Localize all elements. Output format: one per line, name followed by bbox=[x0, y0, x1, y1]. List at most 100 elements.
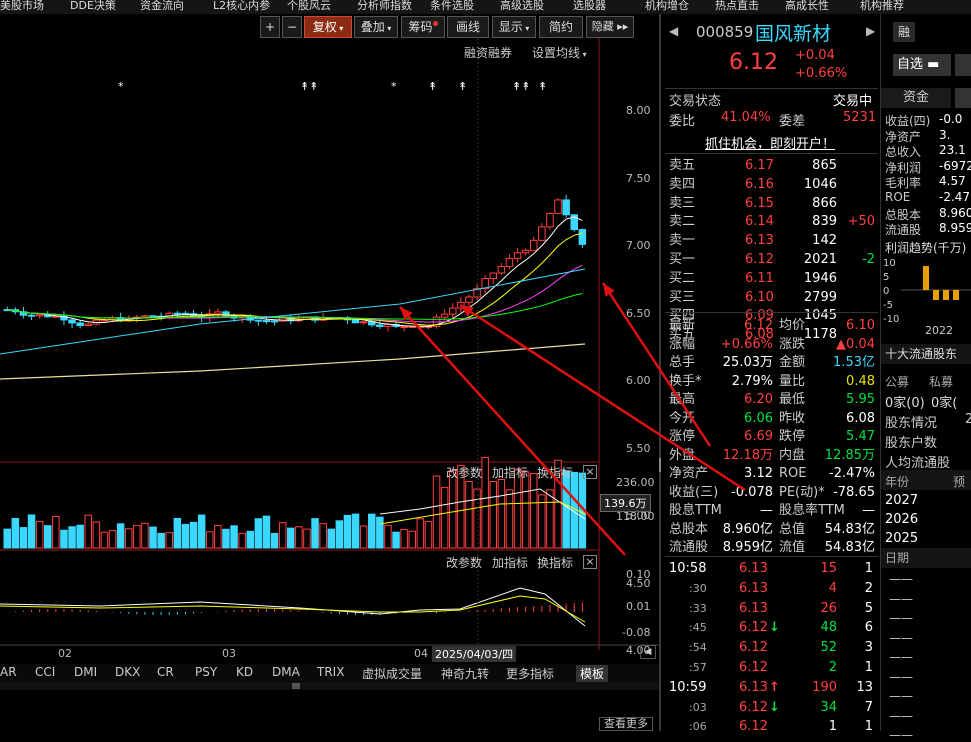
volume-bar bbox=[505, 489, 514, 549]
top-menu-item[interactable]: 选股器 bbox=[573, 0, 606, 12]
vol-switch-indicator[interactable]: 换指标 bbox=[537, 464, 573, 481]
indicator-tab[interactable]: CR bbox=[157, 665, 174, 679]
volume-bar bbox=[68, 526, 76, 549]
indicator-tab[interactable]: KD bbox=[236, 665, 253, 679]
volume-bar bbox=[116, 523, 125, 549]
candle-body bbox=[408, 325, 416, 328]
overlay-button[interactable]: 叠加 ▾ bbox=[354, 16, 398, 38]
vol-add-indicator[interactable]: 加指标 bbox=[492, 464, 528, 481]
date-dash: —— bbox=[889, 611, 913, 625]
holder-link[interactable]: 股东户数 bbox=[885, 432, 937, 451]
indicator-tab[interactable]: CCI bbox=[35, 665, 55, 679]
event-marker[interactable]: ↟↟ bbox=[512, 80, 530, 93]
top-menu-item[interactable]: 高成长性 bbox=[785, 0, 829, 12]
top-menu-item[interactable]: 机构推荐 bbox=[860, 0, 904, 12]
event-marker[interactable]: ↟ bbox=[428, 80, 437, 93]
macd-change-param[interactable]: 改参数 bbox=[446, 554, 482, 571]
indicator-tab[interactable]: 神奇九转 bbox=[441, 665, 489, 682]
simple-mode-button[interactable]: 简约 bbox=[539, 16, 583, 38]
volume-bar bbox=[449, 469, 457, 549]
margin-tag-button[interactable]: 融 bbox=[893, 22, 915, 42]
dropdown-arrow-icon: ▾ bbox=[384, 24, 392, 33]
event-marker[interactable]: * bbox=[391, 80, 397, 93]
more-button[interactable] bbox=[955, 54, 971, 76]
open-account-link[interactable]: 抓住机会，即刻开户！ bbox=[705, 133, 835, 152]
event-marker[interactable]: ↟ bbox=[538, 80, 547, 93]
tab-more-button[interactable] bbox=[955, 88, 971, 108]
indicator-tab[interactable]: DMA bbox=[272, 665, 300, 679]
macd-switch-indicator[interactable]: 换指标 bbox=[537, 554, 573, 571]
self-select-button[interactable]: 自选 ▬ bbox=[893, 54, 951, 76]
top-menu-item[interactable]: L2核心内参 bbox=[213, 0, 270, 12]
top-menu-item[interactable]: 资金流向 bbox=[140, 0, 184, 12]
volume-bar bbox=[133, 525, 141, 549]
vol-axis-top: 236.00 bbox=[616, 476, 655, 489]
volume-bar bbox=[278, 522, 287, 549]
fin-value: -6972 bbox=[939, 158, 971, 173]
ma-setting-link[interactable]: 设置均线 ▾ bbox=[532, 44, 587, 61]
indicator-tab[interactable]: DKX bbox=[115, 665, 140, 679]
event-marker[interactable]: ↟↟ bbox=[300, 80, 318, 93]
hide-panel-button[interactable]: 隐藏 ▸▸ bbox=[586, 16, 634, 38]
indicator-tab[interactable]: 虚拟成交量 bbox=[362, 665, 422, 682]
holder-link[interactable]: 人均流通股 bbox=[885, 452, 950, 471]
top-menu-item[interactable]: 高级选股 bbox=[500, 0, 544, 12]
volume-bar bbox=[416, 518, 425, 549]
zoom-out-button[interactable]: − bbox=[282, 16, 302, 38]
indicator-tab[interactable]: PSY bbox=[195, 665, 217, 679]
top-menu-item[interactable]: 机构增仓 bbox=[645, 0, 689, 12]
date-header: 日期 bbox=[881, 548, 971, 568]
indicator-tab[interactable]: AR bbox=[0, 665, 17, 679]
indicator-tab[interactable]: 更多指标 bbox=[506, 665, 554, 682]
trade-status-value: 交易中 bbox=[833, 94, 873, 109]
indicator-tab[interactable]: DMI bbox=[74, 665, 97, 679]
tick-price: 6.12 bbox=[739, 719, 768, 735]
self-select-label: 自选 bbox=[897, 57, 924, 72]
draw-line-button[interactable]: 画线 bbox=[447, 16, 489, 38]
horizontal-scrollbar[interactable] bbox=[0, 682, 659, 690]
event-marker[interactable]: * bbox=[118, 80, 124, 93]
top-menu-item[interactable]: 条件选股 bbox=[430, 0, 474, 12]
volume-bar bbox=[19, 527, 28, 549]
dropdown-arrow-icon: ▾ bbox=[336, 24, 344, 33]
zoom-in-button[interactable]: + bbox=[260, 16, 280, 38]
volume-bar bbox=[214, 524, 222, 549]
chevron-left-icon[interactable]: ◀ bbox=[669, 24, 678, 38]
chevron-left-icon[interactable]: ◀ bbox=[640, 645, 656, 659]
forecast-col-header: 预 bbox=[953, 475, 966, 489]
close-icon[interactable]: × bbox=[583, 555, 597, 569]
macd-add-indicator[interactable]: 加指标 bbox=[492, 554, 528, 571]
indicator-tab[interactable]: 模板 bbox=[576, 665, 609, 682]
top-menu-item[interactable]: 热点直击 bbox=[715, 0, 759, 12]
top-menu-item[interactable]: 个股风云 bbox=[287, 0, 331, 12]
tick-count: 7 bbox=[864, 699, 873, 715]
close-icon[interactable]: × bbox=[583, 465, 597, 479]
top-menu-item[interactable]: DDE决策 bbox=[70, 0, 116, 12]
view-more-button[interactable]: 查看更多 bbox=[599, 717, 653, 731]
book-level-label: 卖二 bbox=[669, 214, 696, 230]
event-marker[interactable]: ↟ bbox=[458, 80, 467, 93]
chevron-right-icon[interactable]: ▶ bbox=[866, 24, 875, 38]
book-level-volume: 2799 bbox=[803, 289, 837, 305]
chips-button[interactable]: 筹码 bbox=[401, 16, 445, 38]
scroll-thumb[interactable] bbox=[292, 683, 300, 689]
candle-body bbox=[351, 319, 360, 324]
fin-value: 8.959 bbox=[939, 221, 971, 236]
quote-label: 总值 bbox=[779, 521, 806, 537]
top-menu-item[interactable]: 分析师指数 bbox=[357, 0, 412, 12]
indicator-tab[interactable]: TRIX bbox=[317, 665, 344, 679]
holder-link[interactable]: 股东情况 bbox=[885, 412, 937, 431]
volume-bar bbox=[27, 514, 36, 549]
quote-label: 跌停 bbox=[779, 429, 806, 444]
tick-time: :33 bbox=[689, 601, 707, 615]
wb-value: 41.04% bbox=[721, 110, 771, 125]
tick-count: 2 bbox=[864, 580, 873, 596]
vol-change-param[interactable]: 改参数 bbox=[446, 464, 482, 481]
fund-tab[interactable]: 资金 bbox=[881, 88, 951, 108]
quote-value: -2.47% bbox=[829, 466, 875, 481]
display-button[interactable]: 显示 ▾ bbox=[492, 16, 536, 38]
margin-trading-link[interactable]: 融资融券 bbox=[464, 44, 512, 61]
ma250-line bbox=[0, 343, 586, 380]
top-menu-item[interactable]: 美股市场 bbox=[0, 0, 44, 12]
fq-button[interactable]: 复权 ▾ bbox=[304, 16, 352, 38]
